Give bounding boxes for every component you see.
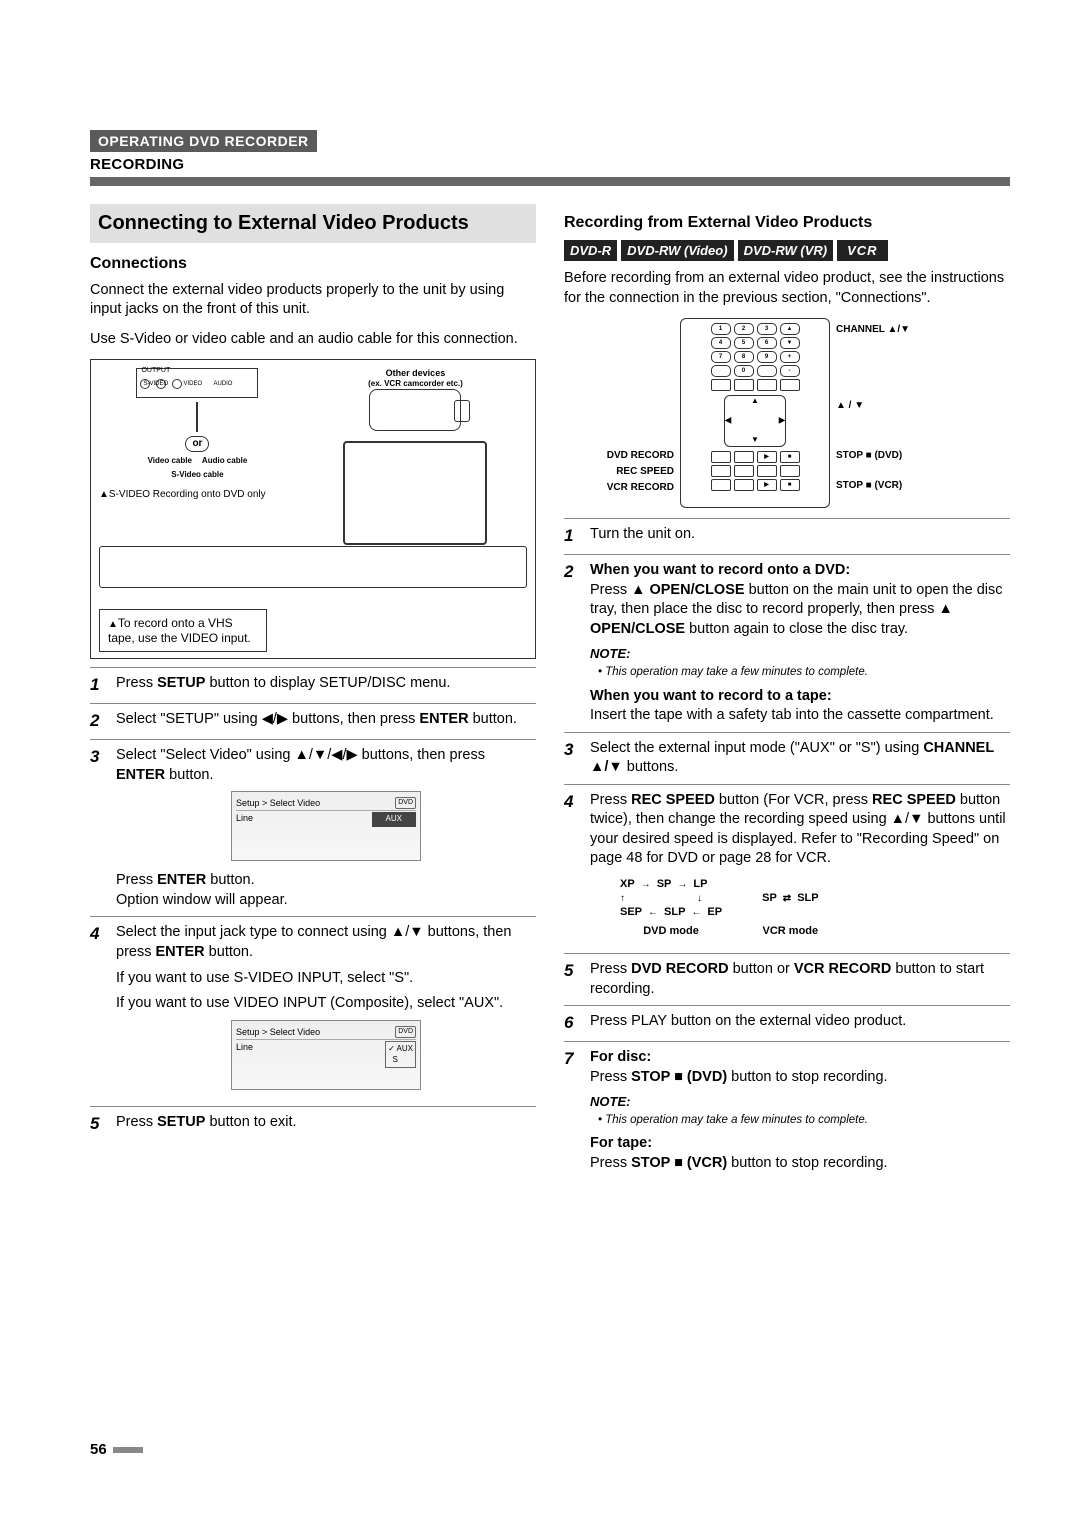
label-rec-speed: REC SPEED bbox=[564, 464, 674, 480]
connections-p2: Use S-Video or video cable and an audio … bbox=[90, 330, 536, 350]
other-devices-label: Other devices bbox=[386, 368, 446, 379]
page-number: 56 bbox=[90, 1441, 107, 1458]
label-dvd-record: DVD RECORD bbox=[564, 448, 674, 464]
osd2-opt-aux: AUX bbox=[397, 1044, 413, 1053]
left-step3c: Option window will appear. bbox=[116, 891, 536, 911]
caution-icon bbox=[99, 489, 109, 500]
left-step4c: If you want to use VIDEO INPUT (Composit… bbox=[116, 994, 536, 1014]
badge-dvdr: DVD-R bbox=[564, 240, 617, 262]
left-step3b: Press ENTER button. bbox=[116, 871, 536, 891]
step-num: 5 bbox=[564, 960, 582, 999]
connections-p1: Connect the external video products prop… bbox=[90, 281, 536, 320]
svideo-note: S-VIDEO Recording onto DVD only bbox=[109, 489, 266, 500]
right-p1: Before recording from an external video … bbox=[564, 269, 1010, 308]
note-label: NOTE: bbox=[590, 645, 1010, 663]
left-step1: Press SETUP button to display SETUP/DISC… bbox=[116, 675, 450, 691]
diagram-or-label: or bbox=[185, 436, 209, 452]
right-step2-h: When you want to record onto a DVD: bbox=[590, 561, 1010, 581]
audio-cable-label: Audio cable bbox=[202, 456, 247, 466]
camcorder-icon bbox=[369, 389, 461, 431]
badge-vcr: VCR bbox=[837, 240, 887, 262]
right-step2-t: Insert the tape with a safety tab into t… bbox=[590, 706, 1010, 726]
right-step7-t: Press STOP (VCR) button to stop recordin… bbox=[590, 1154, 1010, 1174]
right-step4: Press REC SPEED button (For VCR, press R… bbox=[590, 791, 1010, 869]
step-num: 2 bbox=[90, 710, 108, 733]
label-stop-dvd: STOP ■ (DVD) bbox=[836, 448, 956, 464]
step-num: 3 bbox=[90, 746, 108, 910]
right-step3: Select the external input mode ("AUX" or… bbox=[590, 739, 1010, 778]
step-num: 1 bbox=[564, 525, 582, 548]
label-vcr-record: VCR RECORD bbox=[564, 480, 674, 496]
osd2-tag: DVD bbox=[395, 1026, 416, 1038]
step-num: 1 bbox=[90, 674, 108, 697]
badge-dvdrw-video: DVD-RW (Video) bbox=[621, 240, 733, 262]
header-rule bbox=[90, 177, 1010, 186]
step-num: 4 bbox=[564, 791, 582, 947]
vcr-mode-label: VCR mode bbox=[762, 924, 818, 939]
osd2-opt-s: S bbox=[393, 1055, 398, 1064]
note-2: • This operation may take a few minutes … bbox=[598, 1113, 1010, 1129]
sub-title: RECORDING bbox=[90, 156, 1010, 173]
video-cable-label: Video cable bbox=[148, 456, 192, 466]
osd-screenshot-2: Setup > Select VideoDVD Line ✓ AUX S bbox=[231, 1020, 421, 1090]
right-step2-th: When you want to record to a tape: bbox=[590, 687, 1010, 707]
right-step6: Press PLAY button on the external video … bbox=[590, 1012, 1010, 1035]
page-footer: 56 bbox=[90, 1441, 143, 1458]
media-badges: DVD-R DVD-RW (Video) DVD-RW (VR) VCR bbox=[564, 240, 1010, 262]
osd1-line: Line bbox=[236, 812, 253, 827]
right-step7-th: For tape: bbox=[590, 1134, 1010, 1154]
section-tag: OPERATING DVD RECORDER bbox=[90, 130, 317, 152]
step-num: 2 bbox=[564, 561, 582, 725]
osd-screenshot-1: Setup > Select Video DVD Line AUX bbox=[231, 791, 421, 861]
step-num: 7 bbox=[564, 1048, 582, 1173]
right-step1: Turn the unit on. bbox=[590, 525, 1010, 548]
osd1-aux: AUX bbox=[372, 812, 416, 827]
remote-diagram: DVD RECORD REC SPEED VCR RECORD 123▲ 456… bbox=[564, 318, 1010, 508]
left-step4a: Select the input jack type to connect us… bbox=[116, 923, 536, 962]
connections-heading: Connections bbox=[90, 253, 536, 275]
caution-text: To record onto a VHS tape, use the VIDEO… bbox=[108, 616, 251, 645]
osd2-line: Line bbox=[236, 1041, 253, 1069]
tv-icon bbox=[343, 441, 487, 545]
step-num: 6 bbox=[564, 1012, 582, 1035]
diagram-audio-label: AUDIO bbox=[213, 381, 232, 388]
diagram-svideo-label: S-VIDEO bbox=[143, 381, 168, 388]
right-step7: Press STOP (DVD) button to stop recordin… bbox=[590, 1068, 1010, 1088]
note-label-2: NOTE: bbox=[590, 1093, 1010, 1111]
svideo-cable-label: S-Video cable bbox=[171, 470, 223, 480]
left-step3: Select "Select Video" using /// buttons,… bbox=[116, 747, 485, 783]
diagram-output-label: OUTPUT bbox=[141, 367, 170, 375]
right-step5: Press DVD RECORD button or VCR RECORD bu… bbox=[590, 960, 1010, 999]
note-1: • This operation may take a few minutes … bbox=[598, 665, 1010, 681]
other-devices-sub: (ex. VCR camcorder etc.) bbox=[368, 379, 463, 389]
footer-bar-icon bbox=[113, 1447, 143, 1453]
step-num: 5 bbox=[90, 1113, 108, 1136]
speed-diagram: XP→SP→LP ↑↓ SEP←SLP←EP DVD mode SP⇄SLP V… bbox=[620, 877, 1010, 939]
step-num: 3 bbox=[564, 739, 582, 778]
diagram-video-label: VIDEO bbox=[183, 381, 202, 388]
caution-icon-2 bbox=[108, 616, 118, 630]
badge-dvdrw-vr: DVD-RW (VR) bbox=[738, 240, 834, 262]
right-step2: Press OPEN/CLOSE button on the main unit… bbox=[590, 581, 1010, 640]
label-stop-vcr: STOP ■ (VCR) bbox=[836, 478, 956, 494]
unit-icon bbox=[99, 546, 527, 588]
osd2-title: Setup > Select Video bbox=[236, 1026, 320, 1038]
right-heading: Recording from External Video Products bbox=[564, 212, 1010, 234]
left-step4b: If you want to use S-VIDEO INPUT, select… bbox=[116, 969, 536, 989]
connection-diagram: OUTPUT S-VIDEO VIDEO AUDIO or Video cabl… bbox=[90, 359, 536, 659]
right-step7-h: For disc: bbox=[590, 1048, 1010, 1068]
step-num: 4 bbox=[90, 923, 108, 1099]
dvd-mode-label: DVD mode bbox=[620, 924, 722, 939]
left-heading: Connecting to External Video Products bbox=[90, 204, 536, 243]
osd1-tag: DVD bbox=[395, 797, 416, 809]
left-step2: Select "SETUP" using / buttons, then pre… bbox=[116, 711, 517, 727]
label-channel: CHANNEL ▲/▼ bbox=[836, 322, 956, 338]
label-updown: ▲ / ▼ bbox=[836, 398, 956, 414]
osd1-title: Setup > Select Video bbox=[236, 797, 320, 809]
left-step5: Press SETUP button to exit. bbox=[116, 1114, 297, 1130]
